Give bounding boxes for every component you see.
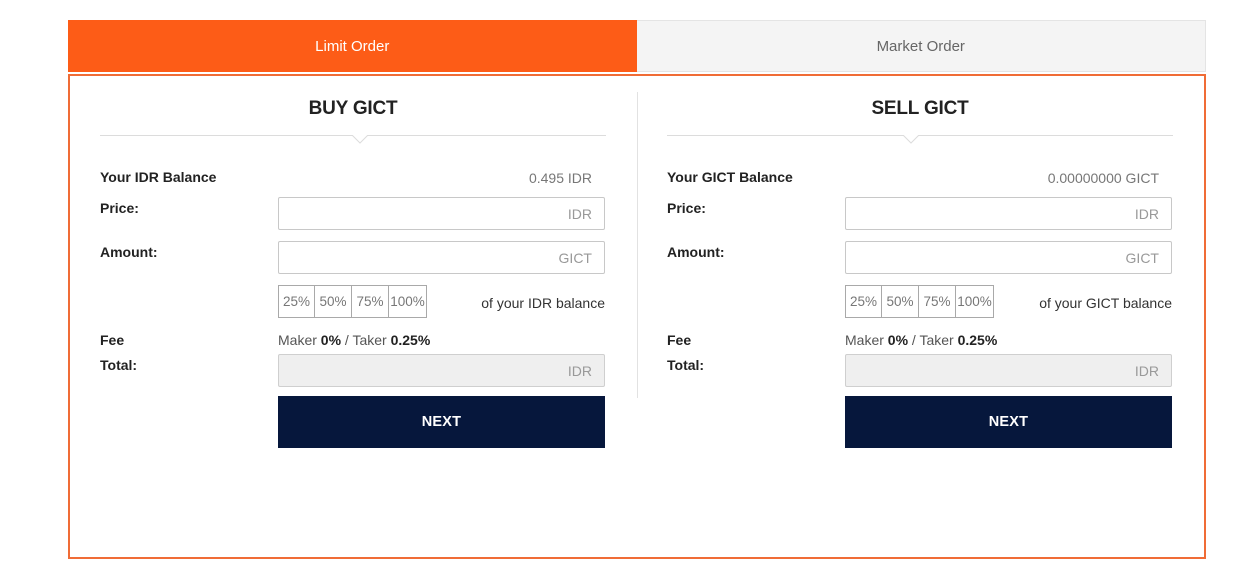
fee-maker-prefix: Maker — [278, 332, 321, 348]
price-input[interactable]: IDR — [278, 197, 605, 230]
price-label: Price: — [667, 200, 706, 216]
fee-value: Maker 0% / Taker 0.25% — [845, 332, 997, 348]
fee-taker-prefix: / Taker — [341, 332, 391, 348]
fee-label: Fee — [667, 332, 692, 348]
fee-maker: 0% — [887, 332, 909, 348]
balance-label: Your GICT Balance — [667, 169, 793, 185]
percent-75-button[interactable]: 75% — [352, 285, 389, 318]
balance-value: 0.495 IDR — [528, 170, 592, 186]
price-label: Price: — [100, 200, 139, 216]
percent-25-button[interactable]: 25% — [278, 285, 315, 318]
fee-maker-prefix: Maker — [845, 332, 888, 348]
amount-label: Amount: — [667, 244, 725, 260]
tab-limit-order[interactable]: Limit Order — [68, 20, 637, 72]
amount-unit: GICT — [558, 249, 592, 266]
fee-value: Maker 0% / Taker 0.25% — [278, 332, 430, 348]
buy-column: BUY GICT Your IDR Balance 0.495 IDR Pric… — [100, 76, 606, 476]
fee-maker: 0% — [320, 332, 342, 348]
balance-value: 0.00000000 GICT — [1047, 170, 1159, 186]
percent-100-button[interactable]: 100% — [956, 285, 994, 318]
percent-50-button[interactable]: 50% — [315, 285, 352, 318]
amount-unit: GICT — [1125, 249, 1159, 266]
title-divider — [667, 135, 1173, 136]
column-divider — [637, 92, 638, 398]
fee-taker-prefix: / Taker — [908, 332, 958, 348]
buy-title: BUY GICT — [308, 98, 398, 119]
amount-input[interactable]: GICT — [278, 241, 605, 274]
percent-50-button[interactable]: 50% — [882, 285, 919, 318]
sell-next-button[interactable]: NEXT — [845, 396, 1172, 448]
price-input[interactable]: IDR — [845, 197, 1172, 230]
amount-input[interactable]: GICT — [845, 241, 1172, 274]
buy-next-button[interactable]: NEXT — [278, 396, 605, 448]
percent-25-button[interactable]: 25% — [845, 285, 882, 318]
fee-taker: 0.25% — [390, 332, 431, 348]
price-unit: IDR — [567, 205, 592, 222]
percent-buttons: 25% 50% 75% 100% — [845, 285, 994, 318]
balance-label: Your IDR Balance — [100, 169, 217, 185]
order-panel: BUY GICT Your IDR Balance 0.495 IDR Pric… — [68, 74, 1206, 559]
order-type-tabs: Limit Order Market Order — [68, 20, 1206, 72]
fee-taker: 0.25% — [957, 332, 998, 348]
amount-label: Amount: — [100, 244, 158, 260]
total-label: Total: — [667, 357, 705, 373]
total-unit: IDR — [1134, 362, 1159, 379]
percent-100-button[interactable]: 100% — [389, 285, 427, 318]
fee-label: Fee — [100, 332, 125, 348]
sell-title: SELL GICT — [871, 98, 969, 119]
total-unit: IDR — [567, 362, 592, 379]
percent-caption: of your GICT balance — [1039, 295, 1172, 311]
price-unit: IDR — [1134, 205, 1159, 222]
total-input: IDR — [278, 354, 605, 387]
caret-down-icon — [352, 135, 368, 144]
total-input: IDR — [845, 354, 1172, 387]
percent-buttons: 25% 50% 75% 100% — [278, 285, 427, 318]
sell-column: SELL GICT Your GICT Balance 0.00000000 G… — [667, 76, 1173, 476]
percent-caption: of your IDR balance — [481, 295, 605, 311]
tab-market-order[interactable]: Market Order — [636, 20, 1206, 72]
percent-75-button[interactable]: 75% — [919, 285, 956, 318]
caret-down-icon — [903, 135, 919, 144]
total-label: Total: — [100, 357, 138, 373]
